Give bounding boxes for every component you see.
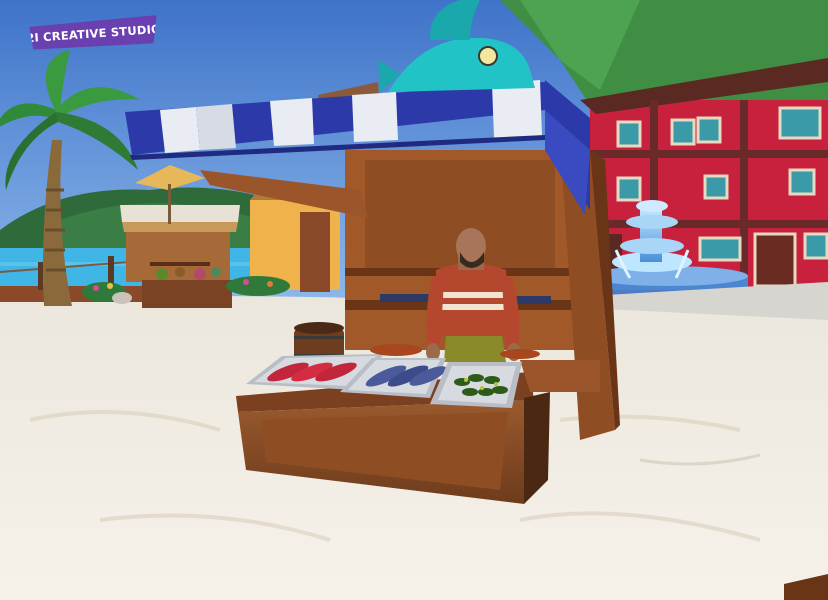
scene-canvas	[0, 0, 828, 600]
game-viewport[interactable]: E2I CREATIVE STUDIOS	[0, 0, 828, 600]
